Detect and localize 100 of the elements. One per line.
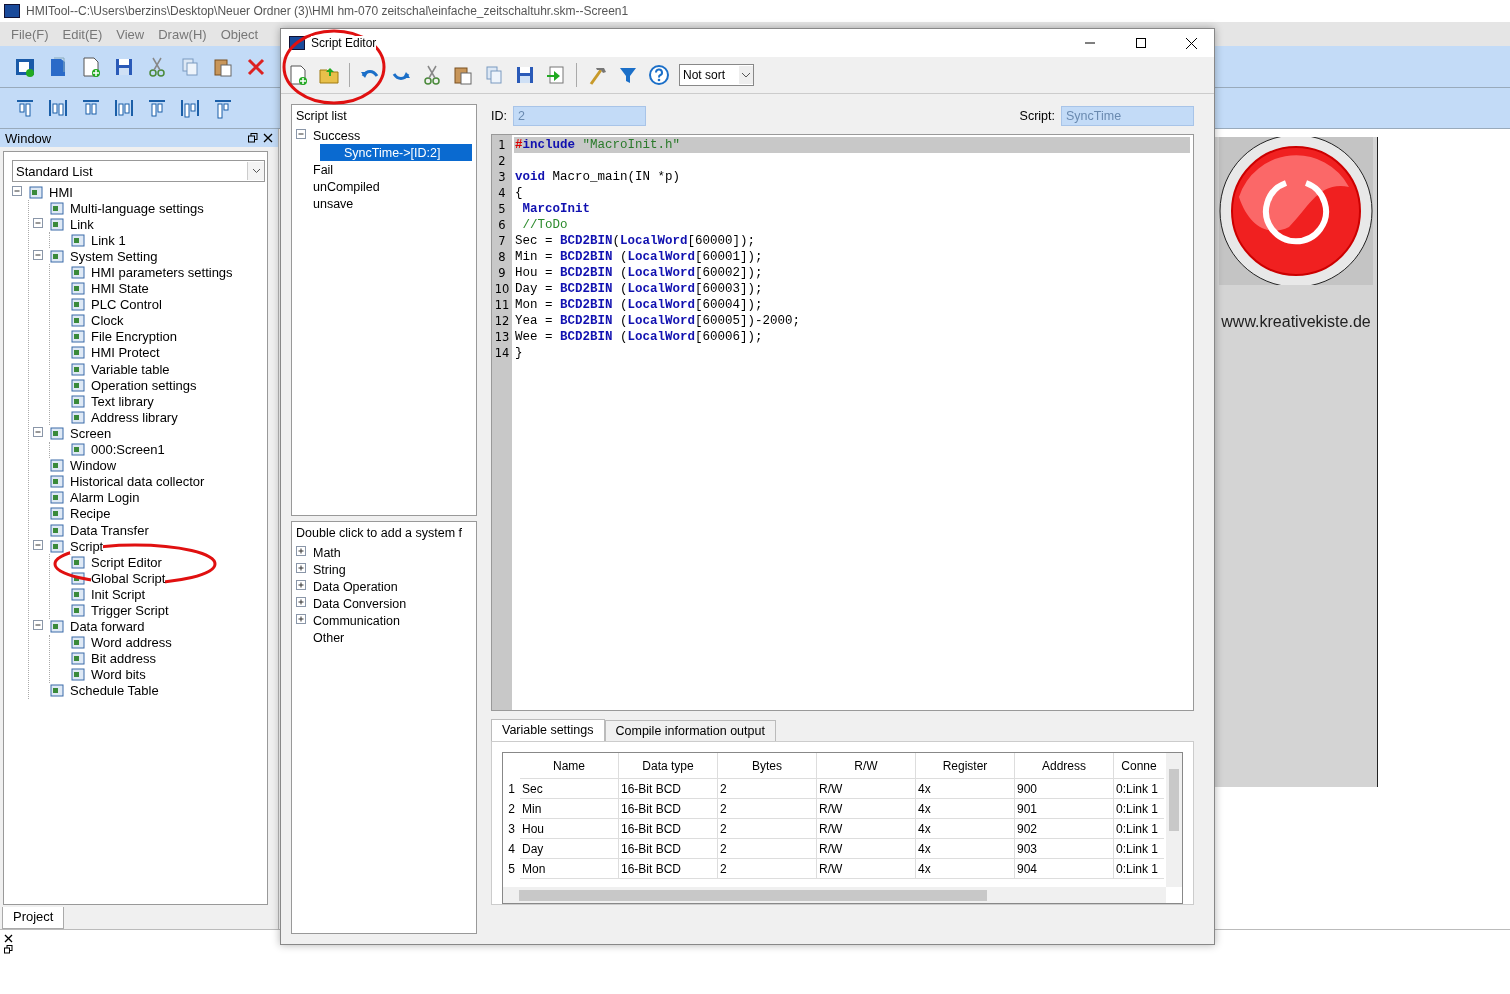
canvas-caption: www.kreativekiste.de	[1221, 313, 1371, 331]
align-icon[interactable]	[47, 97, 69, 119]
menu-item[interactable]: File(F)	[4, 26, 56, 42]
line-number: 11	[493, 298, 511, 312]
tree-item-icon	[50, 475, 64, 489]
tree-item[interactable]: HMI parameters settings	[91, 265, 233, 280]
table-cell: 2	[718, 859, 817, 879]
collapse-icon[interactable]	[33, 426, 44, 438]
align-icon[interactable]	[14, 97, 36, 119]
column-header[interactable]: Address	[1015, 753, 1114, 779]
function-item[interactable]: Data Operation	[313, 579, 398, 594]
menu-item[interactable]: Edit(E)	[55, 26, 110, 42]
table-cell: 4x	[916, 819, 1015, 839]
table-cell: 903	[1015, 839, 1114, 859]
scissors-icon[interactable]	[421, 64, 443, 86]
column-header[interactable]: R/W	[817, 753, 916, 779]
table-cell: 0:Link 1	[1114, 819, 1164, 839]
tree-item[interactable]: Trigger Script	[91, 603, 169, 618]
line-number: 12	[493, 314, 511, 328]
collapse-icon[interactable]	[33, 620, 44, 632]
help-icon[interactable]	[648, 64, 670, 86]
column-header[interactable]: Bytes	[718, 753, 817, 779]
tree-item-icon	[71, 410, 85, 424]
close-icon[interactable]	[4, 934, 13, 943]
table-cell: 0:Link 1	[1114, 859, 1164, 879]
collapse-icon[interactable]	[33, 539, 44, 551]
table-cell: 900	[1015, 779, 1114, 799]
tab[interactable]: Compile information output	[604, 720, 776, 741]
align-icon[interactable]	[179, 97, 201, 119]
expand-icon[interactable]	[296, 613, 307, 625]
collapse-icon[interactable]	[296, 128, 307, 140]
tree-item-icon	[50, 491, 64, 505]
expand-icon[interactable]	[296, 579, 307, 591]
align-icon[interactable]	[113, 97, 135, 119]
menu-item[interactable]: Draw(H)	[151, 26, 214, 42]
line-number: 14	[493, 346, 511, 360]
collapse-icon[interactable]	[12, 185, 23, 197]
column-header[interactable]: Conne	[1114, 753, 1164, 779]
tree-item[interactable]: Recipe	[70, 506, 111, 522]
menu-item[interactable]: Object	[213, 26, 266, 42]
code-line: Yea = BCD2BIN (LocalWord[60005])-2000;	[514, 314, 801, 328]
function-item[interactable]: Other	[313, 630, 345, 645]
menu-item[interactable]: View	[109, 26, 152, 42]
table-cell: 16-Bit BCD	[619, 839, 718, 859]
script-list-item[interactable]: Success	[296, 127, 472, 144]
tab[interactable]: Variable settings	[491, 719, 605, 741]
align-icon[interactable]	[146, 97, 168, 119]
collapse-icon[interactable]	[33, 217, 44, 229]
script-list-item[interactable]: SyncTime->[ID:2]	[320, 144, 472, 161]
align-icon[interactable]	[212, 97, 234, 119]
table-cell: R/W	[817, 819, 916, 839]
tree-item-icon	[71, 362, 85, 376]
script-list-item[interactable]: unsave	[296, 195, 472, 212]
new-file-icon[interactable]	[80, 55, 102, 78]
restore-icon[interactable]	[4, 945, 13, 954]
tree-item-icon	[50, 620, 64, 634]
column-header[interactable]: Data type	[619, 753, 718, 779]
code-line: Wee = BCD2BIN (LocalWord[60006]);	[514, 330, 763, 344]
script-list-item[interactable]: Fail	[296, 161, 472, 178]
tree-item-icon	[71, 282, 85, 296]
scissors-icon[interactable]	[146, 55, 168, 78]
table-cell: 902	[1015, 819, 1114, 839]
function-item[interactable]: Communication	[313, 613, 400, 628]
panel-tab[interactable]: Project	[2, 907, 65, 929]
function-item[interactable]: Math	[313, 545, 341, 560]
code-line: Day = BCD2BIN (LocalWord[60003]);	[514, 282, 763, 296]
code-line: Min = BCD2BIN (LocalWord[60001]);	[514, 250, 763, 264]
function-item[interactable]: String	[313, 562, 346, 577]
code-editor[interactable]	[491, 134, 1194, 711]
window-title: HMITool--C:\Users\berzins\Desktop\Neuer Ordner (3)\HMI hm-070 zeitschal\einfache_zeitschaltuhr.skm--Screen1	[26, 4, 629, 18]
vertical-scrollbar[interactable]	[1166, 753, 1182, 887]
expand-icon[interactable]	[296, 545, 307, 557]
row-number: 3	[507, 822, 516, 836]
export-icon[interactable]	[545, 64, 567, 86]
tree-item[interactable]: Alarm Login	[70, 490, 140, 506]
table-cell: 904	[1015, 859, 1114, 879]
column-header[interactable]: Register	[916, 753, 1015, 779]
restore-icon[interactable]	[248, 133, 258, 143]
tree-item-icon	[71, 555, 85, 569]
line-number: 7	[497, 234, 507, 248]
new-file-icon[interactable]	[287, 64, 309, 86]
script-list-item[interactable]: unCompiled	[296, 178, 472, 195]
paste-icon[interactable]	[452, 64, 474, 86]
table-cell: R/W	[817, 839, 916, 859]
collapse-icon[interactable]	[33, 249, 44, 261]
expand-icon[interactable]	[296, 562, 307, 574]
tree-item-icon	[71, 266, 85, 279]
line-number: 4	[497, 186, 507, 200]
table-cell: 2	[718, 779, 817, 799]
code-line: MarcoInit	[521, 202, 590, 216]
expand-icon[interactable]	[296, 596, 307, 608]
column-header[interactable]: Name	[520, 753, 619, 779]
horizontal-scrollbar[interactable]	[503, 887, 1166, 903]
code-line: Hou = BCD2BIN (LocalWord[60002]);	[514, 266, 763, 280]
sort-dropdown[interactable]: Not sort	[679, 64, 754, 86]
close-icon[interactable]	[263, 133, 273, 143]
list-dropdown[interactable]: Standard List	[12, 160, 265, 182]
function-item[interactable]: Data Conversion	[313, 596, 407, 611]
tree-item[interactable]: File Encryption	[91, 329, 177, 345]
tree-item-icon	[29, 185, 43, 199]
